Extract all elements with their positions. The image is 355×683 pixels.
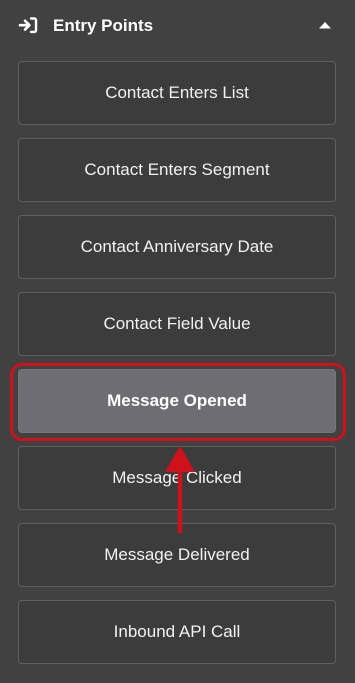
sign-in-icon (18, 17, 38, 34)
section-title: Entry Points (53, 16, 154, 35)
entry-inbound-api-call-button[interactable]: Inbound API Call (18, 600, 336, 664)
entry-contact-enters-segment-button[interactable]: Contact Enters Segment (18, 138, 336, 202)
chevron-up-icon[interactable] (318, 20, 332, 30)
entry-points-panel: Entry Points Contact Enters List Contact… (0, 0, 355, 683)
entry-message-opened-button[interactable]: Message Opened (18, 369, 336, 433)
entry-contact-field-value-button[interactable]: Contact Field Value (18, 292, 336, 356)
entry-message-delivered-button[interactable]: Message Delivered (18, 523, 336, 587)
entry-contact-anniversary-date-button[interactable]: Contact Anniversary Date (18, 215, 336, 279)
entry-contact-enters-list-button[interactable]: Contact Enters List (18, 61, 336, 125)
entry-message-clicked-button[interactable]: Message Clicked (18, 446, 336, 510)
entry-points-header[interactable]: Entry Points (0, 0, 355, 52)
